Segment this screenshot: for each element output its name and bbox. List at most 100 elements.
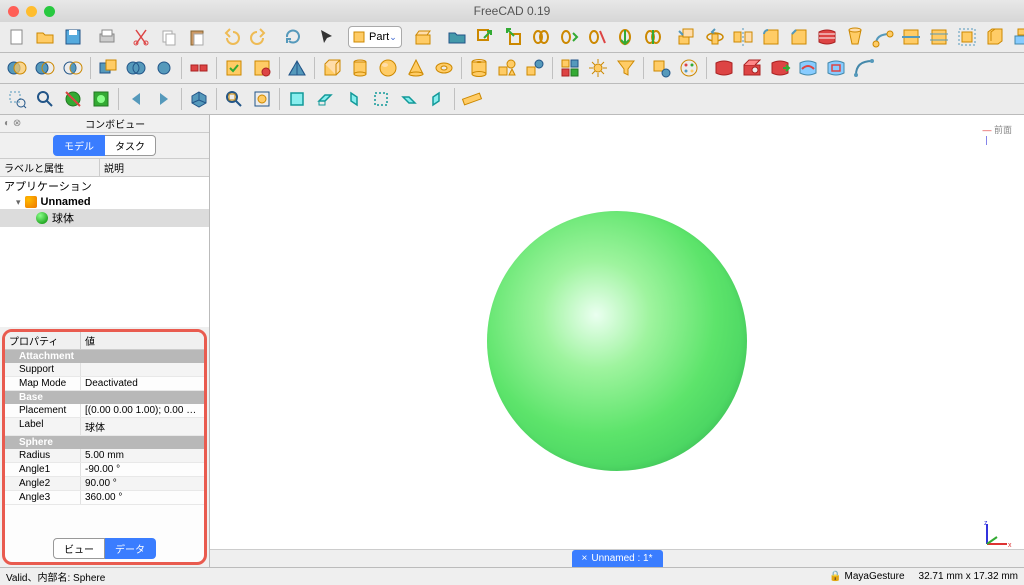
link-unlink-icon[interactable] — [584, 24, 610, 50]
prop-val[interactable] — [81, 363, 204, 376]
close-tab-icon[interactable]: × — [582, 553, 588, 564]
prop-row[interactable]: Angle3360.00 ° — [5, 491, 204, 505]
prop-group-sphere[interactable]: Sphere — [5, 436, 204, 449]
minimize-window-button[interactable] — [26, 6, 37, 17]
prop-row[interactable]: Placement[(0.00 0.00 1.00); 0.00 °;... — [5, 404, 204, 418]
tab-task[interactable]: タスク — [105, 135, 156, 156]
model-tree[interactable]: アプリケーション ▾Unnamed 球体 — [0, 177, 209, 327]
prop-val[interactable]: [(0.00 0.00 1.00); 0.00 °;... — [81, 404, 204, 417]
section-icon[interactable] — [898, 24, 924, 50]
3d-viewport[interactable]: — 前面— xz ×Unnamed : 1* — [210, 115, 1024, 567]
sweep-icon[interactable] — [870, 24, 896, 50]
prop-val[interactable]: 球体 — [81, 418, 204, 435]
cut-icon[interactable] — [128, 24, 154, 50]
part-filter-icon[interactable] — [613, 55, 639, 81]
revolve-icon[interactable] — [702, 24, 728, 50]
appearance-icon[interactable] — [676, 55, 702, 81]
ruled-surface-icon[interactable] — [814, 24, 840, 50]
prop-row[interactable]: Angle1-90.00 ° — [5, 463, 204, 477]
view-right-icon[interactable] — [340, 86, 366, 112]
sketch-on-surface-icon[interactable] — [823, 55, 849, 81]
tree-item-sphere[interactable]: 球体 — [0, 209, 209, 227]
view-iso-icon[interactable] — [186, 86, 212, 112]
texture-icon[interactable] — [88, 86, 114, 112]
offset3d-icon[interactable] — [954, 24, 980, 50]
part-compound-icon[interactable] — [557, 55, 583, 81]
check-geom-icon[interactable] — [221, 55, 247, 81]
prim-torus-icon[interactable] — [431, 55, 457, 81]
view-left-icon[interactable] — [424, 86, 450, 112]
prop-val[interactable]: Deactivated — [81, 377, 204, 390]
cross-section-icon[interactable] — [926, 24, 952, 50]
prim-wedge-icon[interactable] — [284, 55, 310, 81]
prop-row[interactable]: Angle290.00 ° — [5, 477, 204, 491]
tree-root[interactable]: アプリケーション — [0, 177, 209, 195]
nav-prev-icon[interactable] — [123, 86, 149, 112]
prop-row[interactable]: Support — [5, 363, 204, 377]
prop-row[interactable]: Radius5.00 mm — [5, 449, 204, 463]
box-zoom-icon[interactable] — [4, 86, 30, 112]
prim-cube-icon[interactable] — [319, 55, 345, 81]
group-icon[interactable] — [444, 24, 470, 50]
chamfer-icon[interactable] — [786, 24, 812, 50]
clip-plane-icon[interactable] — [60, 86, 86, 112]
paste-icon[interactable] — [184, 24, 210, 50]
surface-cut-icon[interactable] — [739, 55, 765, 81]
attachment-icon[interactable] — [648, 55, 674, 81]
link-out-icon[interactable] — [472, 24, 498, 50]
prim-sphere-icon[interactable] — [375, 55, 401, 81]
bool-cut-icon[interactable] — [95, 55, 121, 81]
shape-builder-icon2[interactable] — [522, 55, 548, 81]
link-icon[interactable] — [528, 24, 554, 50]
bool-intersect-icon[interactable] — [151, 55, 177, 81]
nav-style[interactable]: 🔒 MayaGesture — [829, 571, 904, 582]
prop-val[interactable]: 5.00 mm — [81, 449, 204, 462]
defeaturing-icon[interactable] — [249, 55, 275, 81]
workbench-selector[interactable]: Part ⌄ — [348, 26, 402, 48]
prop-group-attachment[interactable]: Attachment — [5, 350, 204, 363]
refresh-icon[interactable] — [280, 24, 306, 50]
loft-icon[interactable] — [842, 24, 868, 50]
redo-icon[interactable] — [246, 24, 272, 50]
measure-icon[interactable] — [459, 86, 485, 112]
new-file-icon[interactable] — [4, 24, 30, 50]
tab-data[interactable]: データ — [105, 538, 156, 559]
view-front-icon[interactable] — [284, 86, 310, 112]
view-rear-icon[interactable] — [368, 86, 394, 112]
shape-builder-icon[interactable] — [410, 24, 436, 50]
mirror-icon[interactable] — [730, 24, 756, 50]
view-top-icon[interactable] — [312, 86, 338, 112]
part-explode-icon[interactable] — [585, 55, 611, 81]
copy-icon[interactable] — [156, 24, 182, 50]
zoom-sel-icon[interactable] — [249, 86, 275, 112]
rendered-sphere[interactable] — [487, 211, 747, 471]
prop-val[interactable]: 90.00 ° — [81, 477, 204, 490]
projection-icon[interactable] — [1010, 24, 1024, 50]
blend-curve-icon[interactable] — [851, 55, 877, 81]
open-file-icon[interactable] — [32, 24, 58, 50]
prim-tube-icon[interactable] — [466, 55, 492, 81]
tree-document[interactable]: ▾Unnamed — [0, 195, 209, 209]
prop-val[interactable]: -90.00 ° — [81, 463, 204, 476]
nav-next-icon[interactable] — [151, 86, 177, 112]
prop-val[interactable]: 360.00 ° — [81, 491, 204, 504]
bool-slice-icon[interactable] — [32, 55, 58, 81]
thickness-icon[interactable] — [982, 24, 1008, 50]
document-tab[interactable]: ×Unnamed : 1* — [572, 550, 663, 567]
prim-cone-icon[interactable] — [403, 55, 429, 81]
prop-group-base[interactable]: Base — [5, 391, 204, 404]
prim-cylinder-icon[interactable] — [347, 55, 373, 81]
link-replace-icon[interactable] — [556, 24, 582, 50]
prop-row[interactable]: Map ModeDeactivated — [5, 377, 204, 391]
fillet-icon[interactable] — [758, 24, 784, 50]
zoom-fit-icon[interactable] — [221, 86, 247, 112]
curve-on-surface-icon[interactable] — [795, 55, 821, 81]
link-import-all-icon[interactable] — [640, 24, 666, 50]
surface-extend-icon[interactable] — [767, 55, 793, 81]
prop-row[interactable]: Label球体 — [5, 418, 204, 436]
surface-filling-icon[interactable] — [711, 55, 737, 81]
zoom-window-button[interactable] — [44, 6, 55, 17]
prim-primitives-icon[interactable] — [494, 55, 520, 81]
tab-model[interactable]: モデル — [53, 135, 105, 156]
join-connect-icon[interactable] — [186, 55, 212, 81]
